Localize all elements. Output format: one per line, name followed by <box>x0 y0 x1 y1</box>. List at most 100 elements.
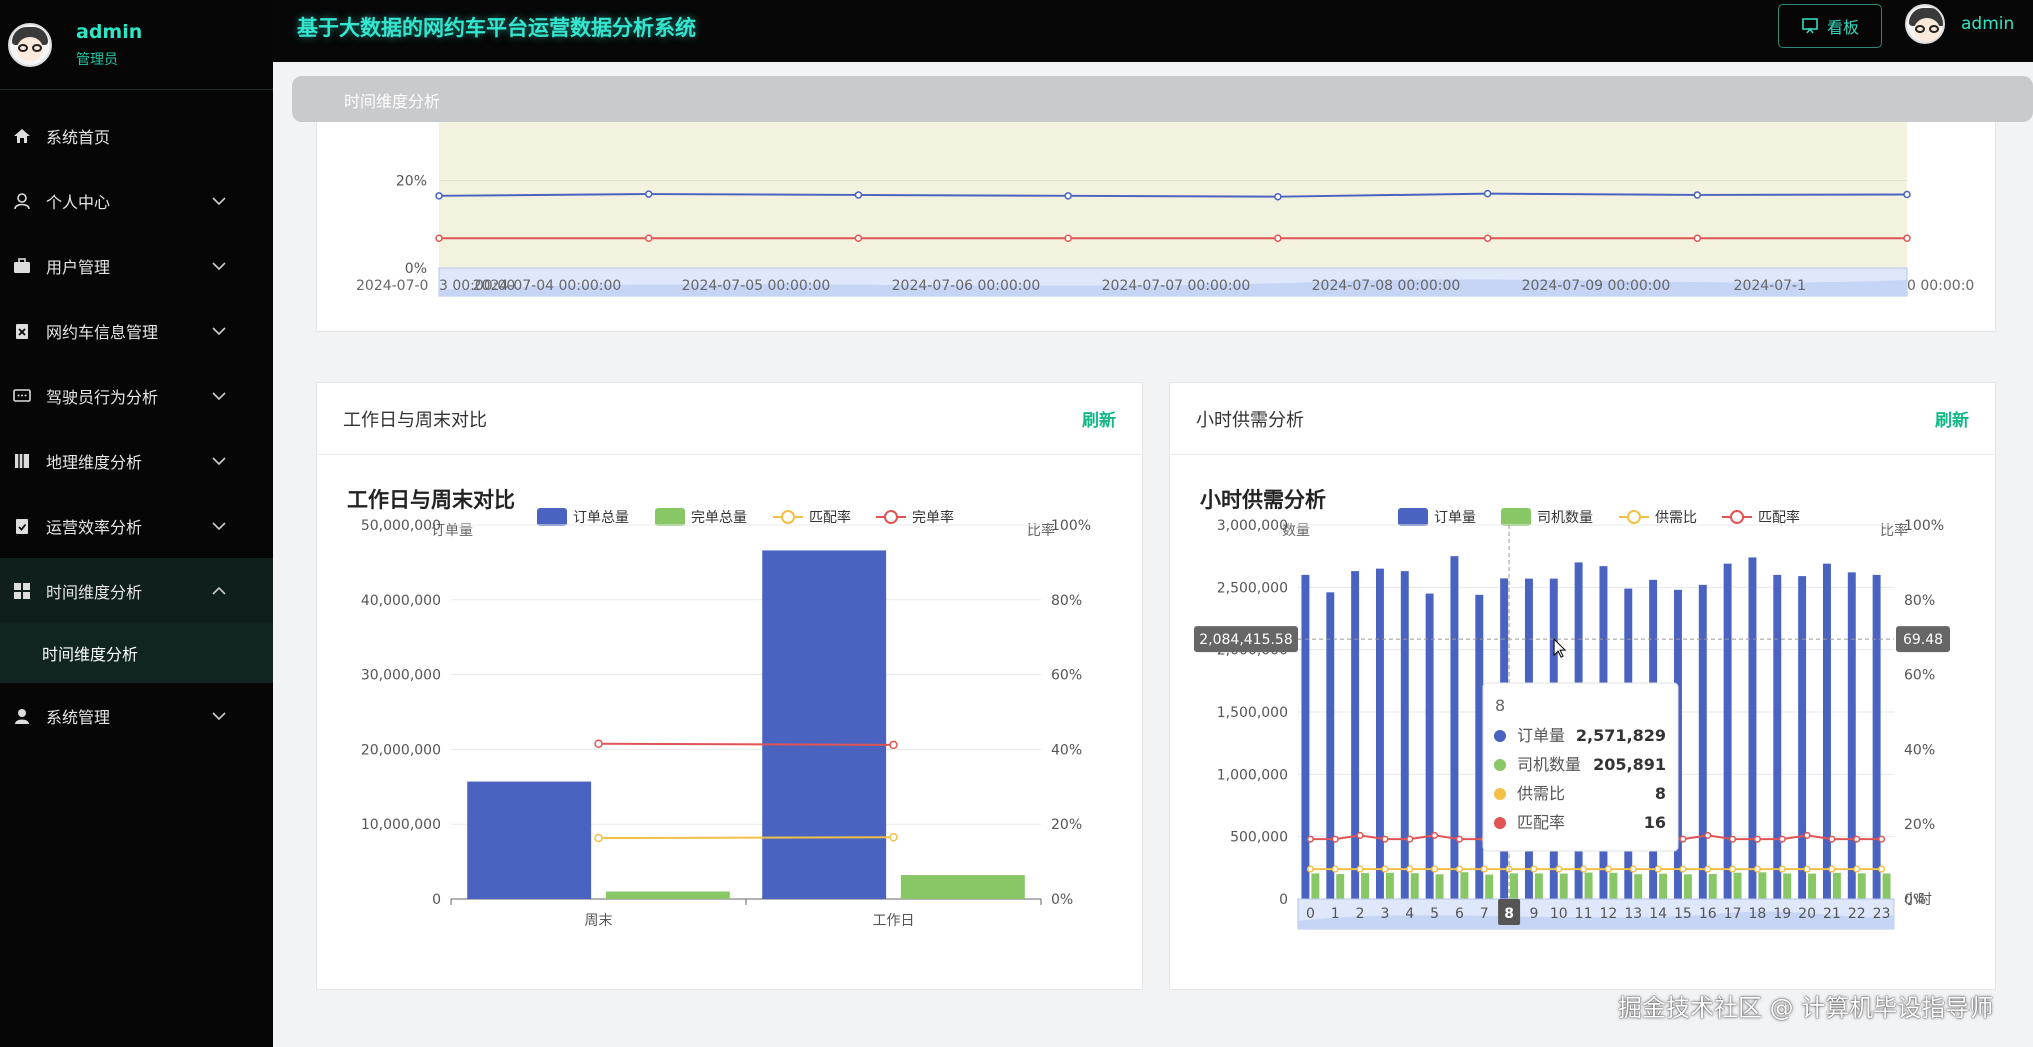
chevron-down-icon <box>212 712 226 721</box>
data-point <box>854 191 863 199</box>
tooltip-series-name: 供需比 <box>1517 784 1565 803</box>
bar <box>1822 563 1831 899</box>
tooltip-series-name: 匹配率 <box>1517 813 1565 832</box>
data-point <box>1580 865 1588 873</box>
header: 基于大数据的网约车平台运营数据分析系统 看板 admin <box>273 0 2033 62</box>
bar <box>1351 571 1360 899</box>
data-point <box>1274 234 1282 242</box>
tooltip-marker <box>1494 788 1506 800</box>
chart-title: 小时供需分析 <box>1200 488 1326 512</box>
legend-swatch <box>1627 510 1641 524</box>
x-tick-label: 2024-07-1 <box>1734 278 1806 294</box>
bar <box>1773 574 1782 899</box>
refresh-button[interactable]: 刷新 <box>1935 406 1969 431</box>
tooltip-value: 16 <box>1644 813 1666 832</box>
data-point <box>1753 835 1761 843</box>
data-point <box>644 190 653 198</box>
data-point <box>1064 234 1072 242</box>
sidebar-item-home[interactable]: 系统首页 <box>0 103 273 168</box>
user-icon <box>12 191 32 211</box>
sidebar-item-geo[interactable]: 地理维度分析 <box>0 428 273 493</box>
header-user-name: admin <box>1961 14 2015 34</box>
sidebar: admin 管理员 系统首页 个人中心 用户管理 网约车信息管理 驾驶员行为分析… <box>0 0 273 1047</box>
crosshair-label-right: 69.48 <box>1903 632 1943 648</box>
data-point <box>889 833 898 842</box>
x-tick-label: 22 <box>1848 906 1866 922</box>
sidebar-item-efficiency[interactable]: 运营效率分析 <box>0 493 273 558</box>
legend-swatch <box>884 510 898 524</box>
sidebar-item-time[interactable]: 时间维度分析 <box>0 558 273 623</box>
y-tick-label: 20,000,000 <box>361 742 441 758</box>
data-point <box>1455 865 1463 873</box>
bar <box>467 781 592 899</box>
message-icon <box>12 386 32 406</box>
data-point <box>1306 865 1314 873</box>
y-tick-label: 60% <box>1904 668 1935 684</box>
y-tick-label: 2,500,000 <box>1217 580 1288 596</box>
x-tick-label: 2024-07-04 00:00:00 <box>473 278 622 294</box>
x-tick-label: 23 <box>1873 906 1891 922</box>
bar <box>1311 873 1320 899</box>
card-title: 小时供需分析 <box>1196 409 1304 431</box>
legend-label: 完单总量 <box>691 510 747 526</box>
bar <box>1584 872 1593 899</box>
data-point <box>1604 865 1612 873</box>
x-tick-label: 0 00:00:0 <box>1907 278 1974 294</box>
legend-swatch <box>1398 508 1428 526</box>
data-point <box>1729 865 1737 873</box>
sidebar-item-car-info[interactable]: 网约车信息管理 <box>0 298 273 363</box>
bar <box>1410 873 1419 899</box>
bar <box>1683 874 1692 899</box>
x-tick-label: 15 <box>1674 906 1692 922</box>
bar <box>900 875 1025 899</box>
sidebar-item-users[interactable]: 用户管理 <box>0 233 273 298</box>
x-tick-label: 2024-07-07 00:00:00 <box>1102 278 1251 294</box>
home-icon <box>12 126 32 146</box>
weekday-card: 工作日与周末对比 刷新 工作日与周末对比 订单量 比率 订单总量 完单总量 匹配率 完单率 0… <box>316 382 1143 990</box>
y-tick-label: 1,000,000 <box>1217 767 1288 783</box>
data-point <box>1853 865 1861 873</box>
y-tick-label: 10,000,000 <box>361 817 441 833</box>
bar <box>1510 873 1519 899</box>
sidebar-item-label: 驾驶员行为分析 <box>46 387 159 407</box>
bar <box>1872 574 1881 899</box>
kanban-button[interactable]: 看板 <box>1778 4 1882 48</box>
data-point <box>1331 835 1339 843</box>
data-point <box>1878 835 1886 843</box>
sidebar-item-personal[interactable]: 个人中心 <box>0 168 273 233</box>
sidebar-item-driver-behavior[interactable]: 驾驶员行为分析 <box>0 363 273 428</box>
crosshair-label-left: 2,084,415.58 <box>1199 632 1293 648</box>
series-line <box>598 836 894 840</box>
data-point <box>1704 865 1712 873</box>
sidebar-item-label: 系统首页 <box>46 127 111 147</box>
sidebar-subitem-time-analysis[interactable]: 时间维度分析 <box>0 623 273 683</box>
data-point <box>1903 190 1911 199</box>
x-tick-label: 11 <box>1575 906 1593 922</box>
data-point <box>1693 234 1702 242</box>
data-point <box>1483 234 1492 242</box>
data-point <box>1693 191 1702 199</box>
x-tick-label: 10 <box>1550 906 1568 922</box>
bar <box>1808 873 1817 899</box>
legend-swatch <box>781 510 795 524</box>
bar <box>1857 873 1866 899</box>
refresh-button[interactable]: 刷新 <box>1082 406 1116 431</box>
sidebar-user: admin 管理员 <box>0 0 273 90</box>
data-point <box>435 192 443 200</box>
x-tick-label: 2024-07-09 00:00:00 <box>1522 278 1671 294</box>
watermark: 掘金技术社区 @ 计算机毕设指导师 <box>1618 994 1994 1022</box>
bar <box>1485 874 1494 899</box>
tooltip-series-name: 司机数量 <box>1517 755 1581 774</box>
data-point <box>1903 234 1911 242</box>
bar <box>1758 872 1767 899</box>
kanban-label: 看板 <box>1826 18 1859 37</box>
sidebar-item-system[interactable]: 系统管理 <box>0 683 273 748</box>
user-menu[interactable]: admin <box>1905 4 2014 44</box>
sidebar-item-label: 系统管理 <box>46 707 111 727</box>
briefcase-icon <box>12 256 32 276</box>
monitor-icon <box>1802 18 1818 34</box>
y-tick-label: 50,000,000 <box>361 518 441 534</box>
bar <box>1361 873 1370 899</box>
legend-label: 供需比 <box>1655 510 1697 526</box>
tab-time-analysis[interactable]: 时间维度分析 <box>344 88 440 112</box>
